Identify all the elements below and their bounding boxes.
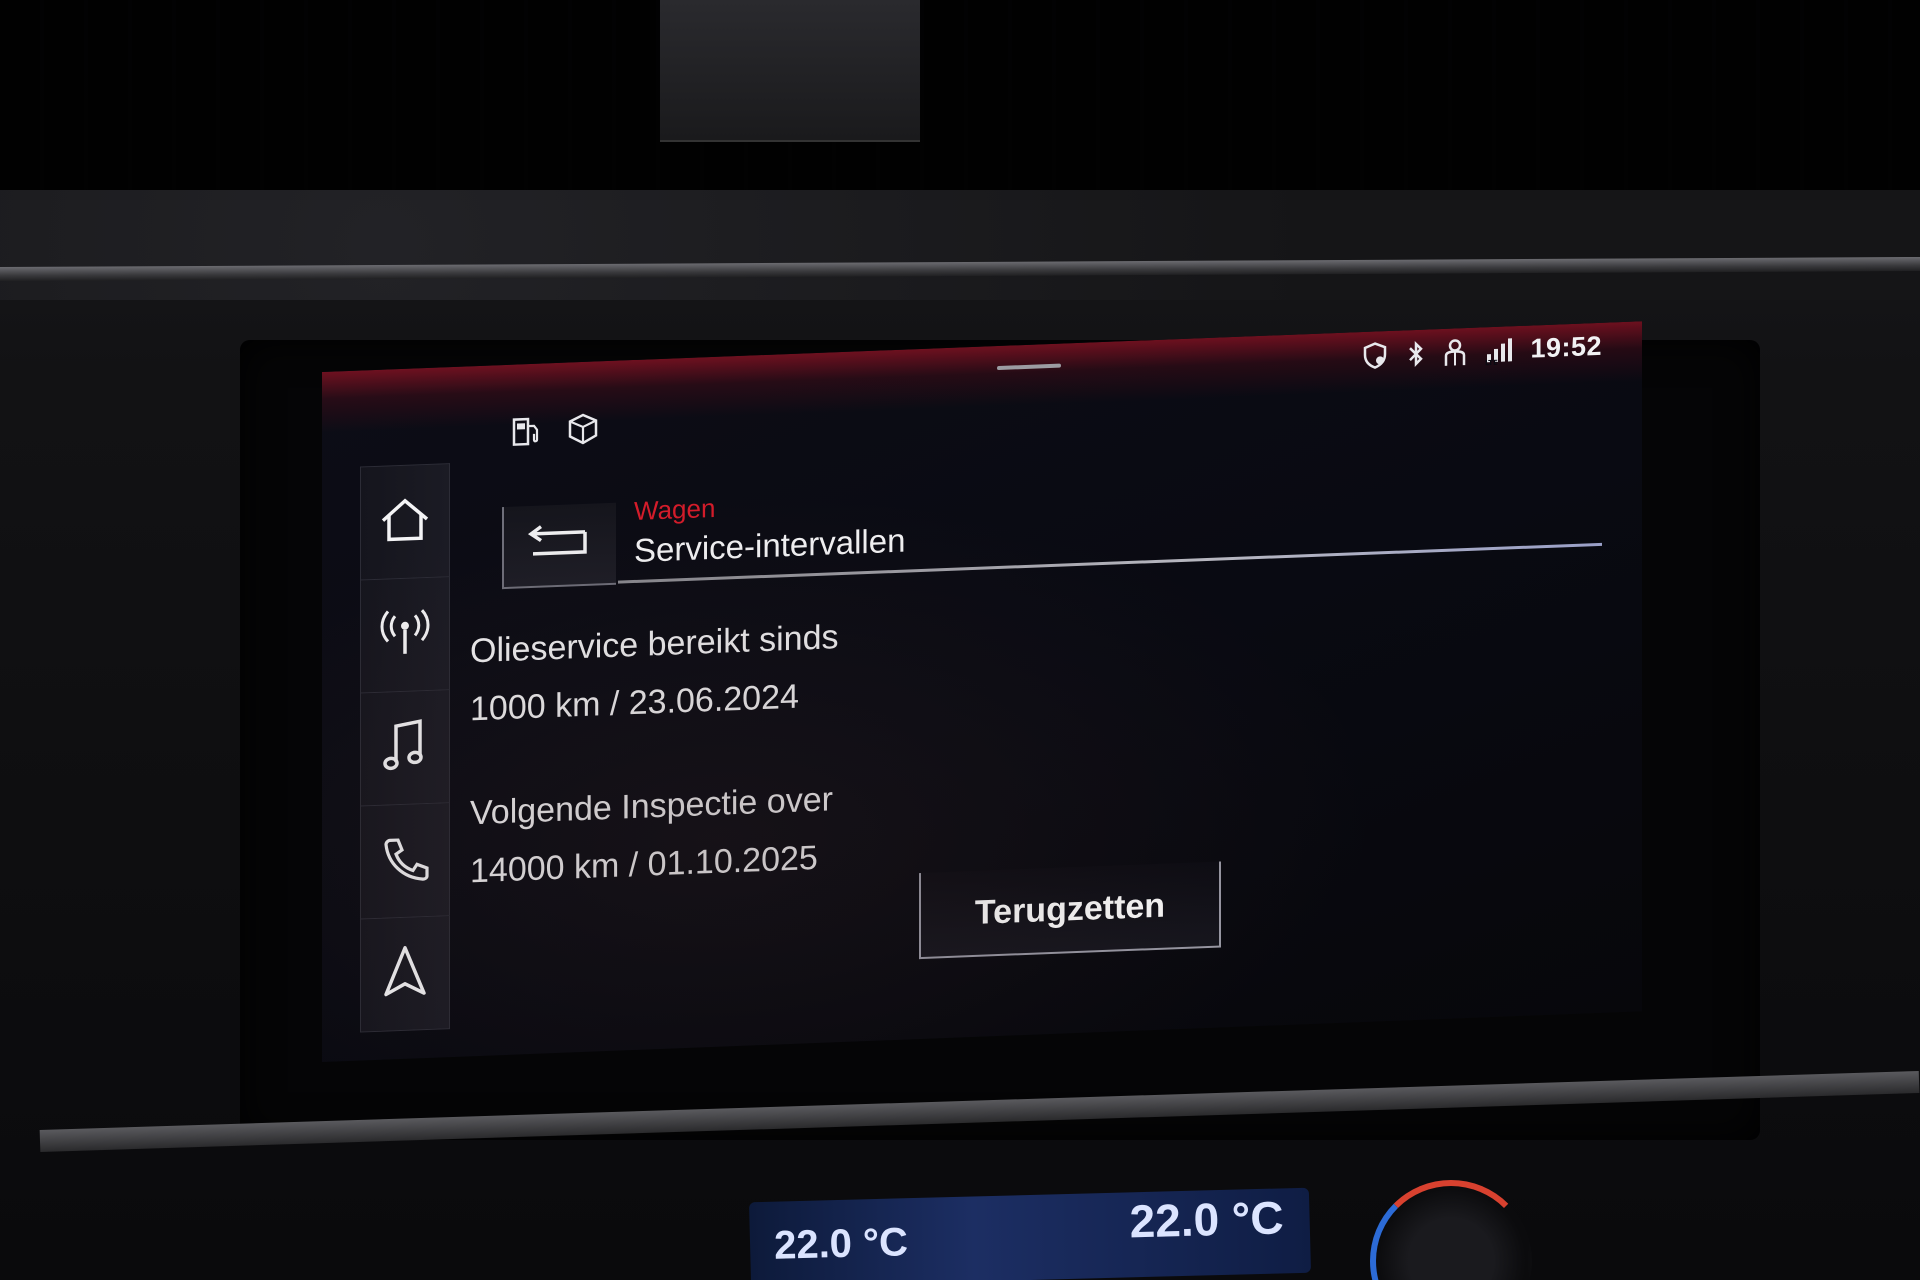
breadcrumb: Wagen [634, 492, 716, 527]
climate-knob[interactable] [1370, 1180, 1532, 1280]
bluetooth-icon [1406, 338, 1426, 369]
back-arrow-icon [525, 522, 595, 569]
music-note-icon [380, 717, 430, 779]
navigation-arrow-icon [380, 943, 430, 1005]
home-icon [378, 496, 432, 548]
quick-icons [510, 411, 600, 452]
climate-left-temp: 22.0 °C [773, 1220, 909, 1268]
fuel-charging-icon[interactable] [510, 413, 544, 452]
reset-button[interactable]: Terugzetten [919, 861, 1221, 960]
sidebar-item-navigation[interactable] [360, 915, 450, 1033]
svg-text:LTE: LTE [1485, 358, 1498, 366]
inspection-value: 14000 km / 01.10.2025 [470, 838, 818, 891]
sidebar-item-media[interactable] [360, 689, 450, 806]
sidebar-item-phone[interactable] [360, 802, 450, 919]
pull-down-handle[interactable] [997, 363, 1061, 371]
vent-center-bar [660, 0, 920, 142]
climate-right-temp: 22.0 °C [1128, 1191, 1285, 1248]
infotainment-screen: LTE 19:52 Wagen Service-intervallen Olie… [322, 321, 1642, 1062]
shield-location-icon [1360, 339, 1390, 370]
status-icons: LTE 19:52 [1360, 331, 1602, 371]
page-title: Service-intervallen [634, 521, 906, 570]
user-profile-icon [1442, 336, 1468, 367]
oil-service-value: 1000 km / 23.06.2024 [470, 677, 799, 729]
dashboard-surface [0, 190, 1920, 300]
back-button[interactable] [502, 502, 616, 590]
car-dashboard: LTE 19:52 Wagen Service-intervallen Olie… [0, 0, 1920, 1280]
air-vent [0, 0, 1920, 200]
sidebar-item-home[interactable] [360, 463, 450, 580]
phone-icon [378, 833, 432, 889]
climate-display: 22.0 °C 22.0 °C [748, 1187, 1312, 1280]
clock: 19:52 [1530, 330, 1602, 364]
package-box-icon[interactable] [566, 411, 600, 450]
lte-signal-icon: LTE [1484, 335, 1514, 366]
sidebar-nav [360, 463, 450, 1033]
radio-antenna-icon [378, 607, 432, 663]
sidebar-item-radio[interactable] [360, 576, 450, 693]
